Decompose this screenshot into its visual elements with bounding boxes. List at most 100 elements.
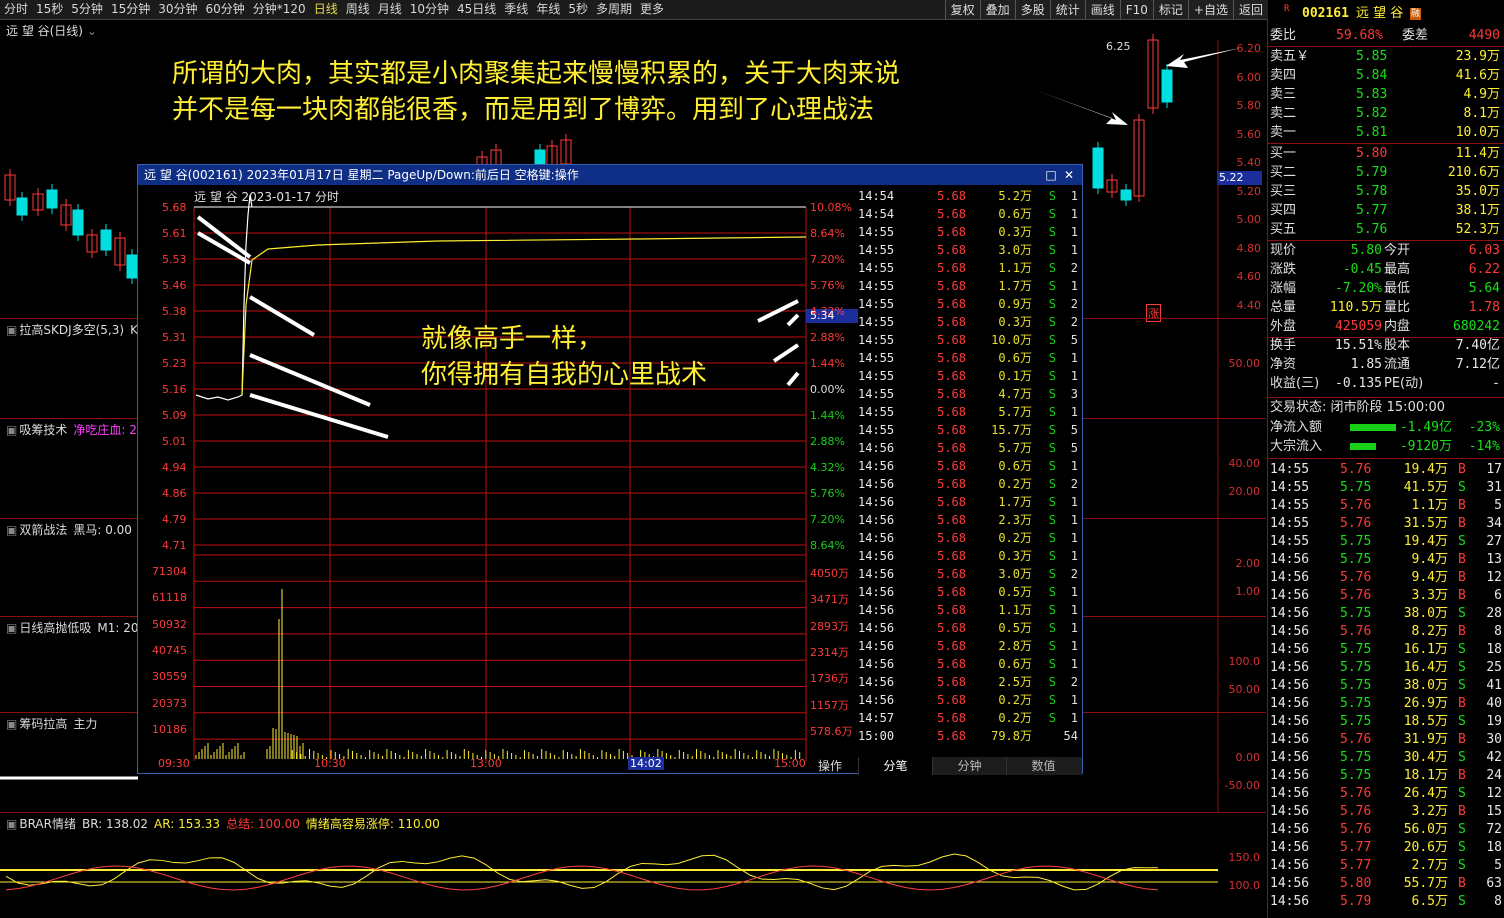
tick-cell: S — [1048, 693, 1056, 707]
tab-0[interactable]: 分笔 — [858, 757, 932, 775]
tick-cell: 5.68 — [937, 405, 966, 419]
tab-2[interactable]: 数值 — [1006, 757, 1080, 775]
tool-button-1[interactable]: 叠加 — [979, 0, 1015, 19]
tool-button-0[interactable]: 复权 — [944, 0, 980, 19]
tick-cell: 14:55 — [858, 351, 895, 365]
panel-title: ▣ BRAR情绪 BR: 138.02 AR: 153.33 总结: 100.00 情绪高… — [6, 815, 440, 832]
annotation-text: 所谓的大肉，其实都是小肉聚集起来慢慢积累的，关于大肉来说 并不是每一块肉都能很香… — [172, 56, 900, 128]
tool-button-6[interactable]: 标记 — [1152, 0, 1188, 19]
period-2[interactable]: 5分钟 — [67, 0, 107, 19]
dialog-title[interactable]: 远 望 谷(002161) 2023年01月17日 星期二 PageUp/Dow… — [138, 165, 1082, 185]
tick-cell: 3 — [1070, 387, 1078, 401]
message-line-1: 就像高手一样， — [421, 324, 604, 354]
period-3[interactable]: 15分钟 — [107, 0, 154, 19]
close-icon[interactable]: ✕ — [1060, 165, 1078, 185]
tick-row: 14:55 5.68 0.3万 S 1 — [858, 223, 1082, 241]
period-0[interactable]: 分时 — [0, 0, 32, 19]
tick-cell: 5.68 — [937, 549, 966, 563]
period-16[interactable]: 更多 — [636, 0, 668, 19]
panel-scale: 50.00 — [1228, 357, 1261, 370]
panel-value: 净吃庄血: 2( — [73, 423, 142, 437]
panel-toggle-icon[interactable]: ▣ — [6, 717, 17, 731]
annotation-arrow — [772, 343, 800, 363]
tick-cell: 0.2万 — [998, 531, 1032, 545]
period-7[interactable]: 日线 — [310, 0, 342, 19]
period-6[interactable]: 分钟*120 — [249, 0, 310, 19]
tool-button-8[interactable]: 返回 — [1232, 0, 1268, 19]
period-10[interactable]: 10分钟 — [406, 0, 453, 19]
tick-cell: 5.68 — [937, 297, 966, 311]
tab-1[interactable]: 分钟 — [932, 757, 1006, 775]
trade-row: 14:56 5.76 56.0万 S 72 — [1270, 822, 1502, 837]
trade-row: 14:55 5.75 19.4万 S 27 — [1270, 534, 1502, 549]
annotation-line-1: 所谓的大肉，其实都是小肉聚集起来慢慢积累的，关于大肉来说 — [172, 59, 901, 89]
panel-toggle-icon[interactable]: ▣ — [6, 621, 17, 635]
panel-scale: 100.0 — [1228, 655, 1261, 668]
tick-cell: 1.1万 — [998, 261, 1032, 275]
maximize-icon[interactable]: □ — [1042, 165, 1060, 185]
panel-scale: 0.00 — [1235, 751, 1261, 764]
tool-button-2[interactable]: 多股 — [1014, 0, 1050, 19]
tick-cell: S — [1048, 549, 1056, 563]
dialog-message: 就像高手一样， 你得拥有自我的心里战术 — [421, 321, 707, 393]
tick-cell: 14:56 — [858, 639, 895, 653]
period-12[interactable]: 季线 — [500, 0, 532, 19]
intraday-volume-tick: 40745 — [152, 643, 187, 657]
intraday-time-tick: 14:02 — [628, 757, 664, 770]
tool-button-7[interactable]: +自选 — [1187, 0, 1233, 19]
panel-toggle-icon[interactable]: ▣ — [6, 523, 17, 537]
tick-cell: 14:55 — [858, 261, 895, 275]
tick-cell: 5.68 — [937, 387, 966, 401]
operate-button[interactable]: 操作 — [818, 757, 842, 774]
tick-cell: 2.3万 — [998, 513, 1032, 527]
tick-row: 14:56 5.68 2.5万 S 2 — [858, 673, 1082, 691]
tick-row: 14:56 5.68 2.8万 S 1 — [858, 637, 1082, 655]
tick-row: 14:55 5.68 1.1万 S 2 — [858, 259, 1082, 277]
stock-code: 002161 — [1302, 6, 1349, 21]
tick-cell: 54 — [1063, 729, 1078, 743]
period-1[interactable]: 15秒 — [32, 0, 67, 19]
tick-row: 14:54 5.68 5.2万 S 1 — [858, 187, 1082, 205]
tick-list[interactable]: 14:54 5.68 5.2万 S 1 14:54 5.68 0.6万 S 1 14:55 5.68 0… — [858, 187, 1082, 757]
tick-cell: 1 — [1070, 693, 1078, 707]
tick-cell: 14:56 — [858, 567, 895, 581]
period-14[interactable]: 5秒 — [564, 0, 592, 19]
period-8[interactable]: 周线 — [342, 0, 374, 19]
tool-button-4[interactable]: 画线 — [1084, 0, 1120, 19]
tick-cell: 14:56 — [858, 585, 895, 599]
tick-cell: 15:00 — [858, 729, 895, 743]
tick-cell: 5.7万 — [998, 441, 1032, 455]
panel-name: BRAR情绪 — [19, 817, 76, 831]
tick-cell: 5.68 — [937, 711, 966, 725]
tool-button-3[interactable]: 统计 — [1049, 0, 1085, 19]
tick-cell: S — [1048, 441, 1056, 455]
trade-row: 14:56 5.75 18.5万 S 19 — [1270, 714, 1502, 729]
tick-row: 14:57 5.68 0.2万 S 1 — [858, 709, 1082, 727]
tick-cell: S — [1048, 675, 1056, 689]
tool-button-5[interactable]: F10 — [1119, 0, 1153, 19]
tick-cell: S — [1048, 297, 1056, 311]
panel-toggle-icon[interactable]: ▣ — [6, 323, 17, 337]
period-13[interactable]: 年线 — [532, 0, 564, 19]
tick-cell: 3.0万 — [998, 567, 1032, 581]
intraday-amount-tick: 1157万 — [810, 698, 849, 712]
tick-cell: S — [1048, 405, 1056, 419]
kline-candle — [46, 189, 58, 209]
panel-toggle-icon[interactable]: ▣ — [6, 423, 17, 437]
period-15[interactable]: 多周期 — [592, 0, 636, 19]
tick-cell: 5.68 — [937, 603, 966, 617]
tick-cell: S — [1048, 639, 1056, 653]
bid-row: 买二 5.79 210.6万 — [1270, 165, 1500, 180]
period-11[interactable]: 45日线 — [453, 0, 500, 19]
panel-toggle-icon[interactable]: ▣ — [6, 817, 17, 831]
panel-scale: -50.00 — [1224, 779, 1260, 792]
intraday-pct-tick: 1.44% — [810, 409, 845, 422]
period-4[interactable]: 30分钟 — [154, 0, 201, 19]
period-5[interactable]: 60分钟 — [202, 0, 249, 19]
period-9[interactable]: 月线 — [374, 0, 406, 19]
tick-cell: 5.68 — [937, 693, 966, 707]
price-tick: 6.00 — [1236, 70, 1262, 84]
tick-cell: 5.68 — [937, 369, 966, 383]
indicator-panel-5[interactable]: ▣ BRAR情绪 BR: 138.02 AR: 153.33 总结: 100.00 情绪高… — [0, 812, 1266, 918]
intraday-dialog[interactable]: 远 望 谷(002161) 2023年01月17日 星期二 PageUp/Dow… — [137, 164, 1083, 775]
